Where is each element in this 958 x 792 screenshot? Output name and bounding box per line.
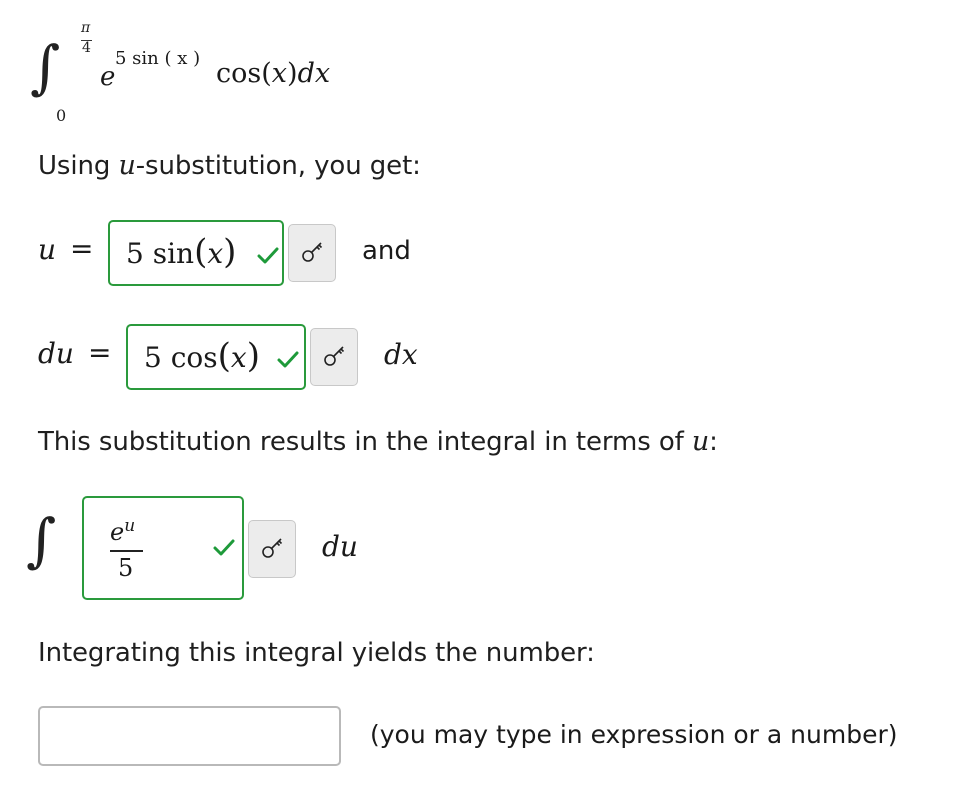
check-icon <box>257 247 279 264</box>
final-prompt: Integrating this integral yields the num… <box>38 638 595 668</box>
fraction-numerator: eu <box>110 516 136 546</box>
u-integral-sign: ∫ <box>26 506 57 574</box>
u-integral-answer-box[interactable]: eu 5 <box>82 496 244 600</box>
u-label: u <box>38 233 57 266</box>
du-show-answer-button[interactable] <box>310 328 358 386</box>
integrand-base: e <box>100 62 116 92</box>
upper-limit-numerator: π <box>81 20 91 36</box>
integrand-exponent: 5 sin ( x ) <box>115 48 201 69</box>
u-integral-suffix: du <box>322 530 358 563</box>
u-equals: = <box>70 232 94 265</box>
check-icon <box>277 351 299 368</box>
fraction-denominator: 5 <box>118 554 134 582</box>
key-icon <box>262 538 283 558</box>
upper-limit-denominator: 4 <box>82 40 91 56</box>
and-text: and <box>362 236 411 266</box>
du-answer-box[interactable]: 5 cos(x) <box>126 324 306 390</box>
du-answer-value: 5 cos(x) <box>144 336 260 376</box>
result-var: u <box>691 426 710 457</box>
key-icon <box>302 242 323 262</box>
du-label: du <box>38 337 74 370</box>
u-show-answer-button[interactable] <box>288 224 336 282</box>
key-icon <box>324 346 345 366</box>
u-answer-value: 5 sin(x) <box>126 232 237 272</box>
lower-limit: 0 <box>56 106 67 125</box>
integrand-cos: cos(x)dx <box>216 58 331 89</box>
u-answer-box[interactable]: 5 sin(x) <box>108 220 284 286</box>
du-equals: = <box>88 336 112 369</box>
final-hint: (you may type in expression or a number) <box>370 720 898 749</box>
intro-var: u <box>118 150 136 181</box>
du-suffix: dx <box>384 338 418 371</box>
u-integral-show-answer-button[interactable] <box>248 520 296 578</box>
integral-sign: ∫ <box>30 33 61 101</box>
fraction-bar <box>110 550 143 552</box>
intro-text: Using u-substitution, you get: <box>38 150 421 181</box>
final-answer-input[interactable] <box>38 706 341 766</box>
result-text: This substitution results in the integra… <box>38 426 718 457</box>
problem-integral: ∫ π 4 0 e 5 sin ( x ) cos(x)dx <box>30 20 370 130</box>
check-icon <box>213 539 235 556</box>
